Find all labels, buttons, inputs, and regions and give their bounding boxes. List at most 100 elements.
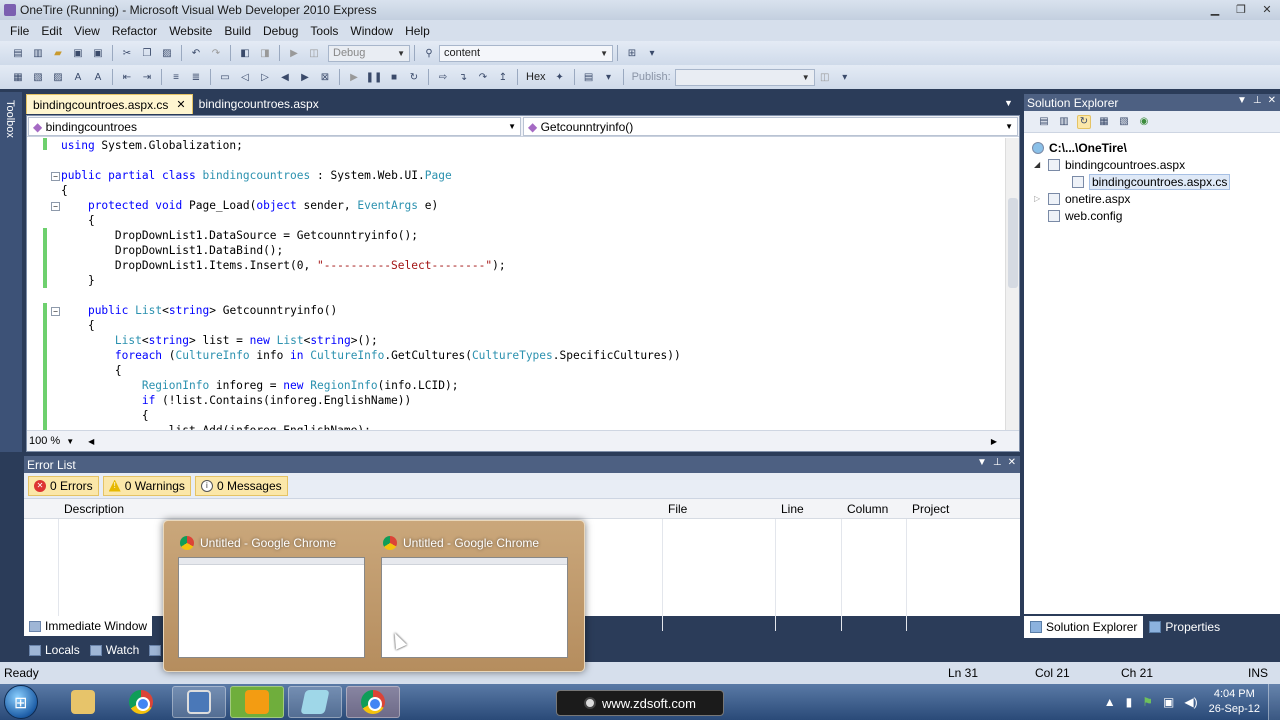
toolbox-strip[interactable]: Toolbox <box>0 92 22 452</box>
pin-icon[interactable]: ⊥ <box>1253 95 1262 106</box>
outline-collapse-icon[interactable]: − <box>51 172 60 181</box>
find-combo[interactable]: content ▼ <box>439 44 613 62</box>
hex-toggle[interactable]: Hex <box>522 71 550 83</box>
breakpoints-icon[interactable]: ✦ <box>553 70 567 84</box>
save-all-icon[interactable]: ▣ <box>91 46 105 60</box>
menu-file[interactable]: File <box>4 24 35 38</box>
break-all-icon[interactable]: ❚❚ <box>366 70 383 84</box>
solution-explorer-toggle-icon[interactable]: ⊞ <box>625 46 639 60</box>
tab-locals[interactable]: Locals <box>24 640 85 660</box>
complete-word-icon[interactable]: A <box>71 70 85 84</box>
taskbar-chrome[interactable] <box>114 686 168 718</box>
column-project[interactable]: Project <box>912 502 949 516</box>
start-button[interactable]: ⊞ <box>4 685 38 719</box>
maximize-button[interactable]: ❐ <box>1228 0 1254 18</box>
close-icon[interactable]: ✕ <box>176 98 185 111</box>
close-icon[interactable]: ✕ <box>1008 457 1016 468</box>
step-into-icon[interactable]: ↴ <box>456 70 470 84</box>
errors-filter-button[interactable]: ✕ 0 Errors <box>28 475 99 496</box>
network-flag-icon[interactable]: ⚑ <box>1142 695 1153 709</box>
taskbar-app-4[interactable] <box>230 686 284 718</box>
new-project-icon[interactable]: ▤ <box>11 46 25 60</box>
scrollbar-thumb[interactable] <box>1008 198 1018 288</box>
display-word-icon[interactable]: A <box>91 70 105 84</box>
expanded-icon[interactable]: ◢ <box>1034 160 1044 169</box>
thumbnail-preview[interactable] <box>178 557 365 658</box>
column-file[interactable]: File <box>668 502 687 516</box>
view-designer-icon[interactable]: ▧ <box>1117 115 1131 129</box>
bookmark-icon[interactable]: ▭ <box>218 70 232 84</box>
scroll-right-icon[interactable]: ▶ <box>991 437 997 446</box>
menu-window[interactable]: Window <box>344 24 399 38</box>
step-over-icon[interactable]: ↷ <box>476 70 490 84</box>
cut-icon[interactable]: ✂ <box>120 46 134 60</box>
show-hidden-icons-icon[interactable]: ▲ <box>1104 695 1116 709</box>
member-dropdown[interactable]: ◆ Getcounntryinfo() ▼ <box>523 117 1018 136</box>
scroll-left-icon[interactable]: ◀ <box>88 437 94 446</box>
restart-icon[interactable]: ↻ <box>407 70 421 84</box>
active-files-dropdown-icon[interactable]: ▼ <box>1004 98 1013 108</box>
menu-build[interactable]: Build <box>218 24 257 38</box>
minimize-button[interactable]: ▁ <box>1202 0 1228 18</box>
network-icon[interactable]: ▣ <box>1163 695 1174 709</box>
save-icon[interactable]: ▣ <box>71 46 85 60</box>
nest-related-icon[interactable]: ▦ <box>1097 115 1111 129</box>
code-area[interactable]: − − − using System.Globalization; public… <box>27 138 1007 430</box>
quick-info-icon[interactable]: ▧ <box>31 70 45 84</box>
stop-debugging-icon[interactable]: ■ <box>387 70 401 84</box>
messages-filter-button[interactable]: i 0 Messages <box>194 475 288 496</box>
thumbnail-preview[interactable] <box>381 557 568 658</box>
menu-view[interactable]: View <box>68 24 106 38</box>
show-next-statement-icon[interactable]: ⇨ <box>436 70 450 84</box>
windows-dropdown-icon[interactable]: ▤ <box>582 70 596 84</box>
add-item-icon[interactable]: ▥ <box>31 46 45 60</box>
copy-icon[interactable]: ❐ <box>140 46 154 60</box>
toolbar-options-icon[interactable]: ▾ <box>838 70 852 84</box>
navigate-forward-icon[interactable]: ◨ <box>258 46 272 60</box>
paste-icon[interactable]: ▨ <box>160 46 174 60</box>
tree-node-onetire-aspx[interactable]: ▷ onetire.aspx <box>1034 190 1130 207</box>
tree-node-bindingcountroes-aspx[interactable]: ◢ bindingcountroes.aspx <box>1034 156 1185 173</box>
zoom-dropdown[interactable]: 100 % ▼ <box>29 435 74 447</box>
clock[interactable]: 4:04 PM 26-Sep-12 <box>1209 687 1260 717</box>
column-description[interactable]: Description <box>64 502 124 516</box>
find-in-files-icon[interactable]: ⚲ <box>422 46 436 60</box>
publish-profile-dropdown[interactable]: ▼ <box>674 68 815 86</box>
menu-debug[interactable]: Debug <box>257 24 304 38</box>
attach-icon[interactable]: ◫ <box>307 46 321 60</box>
next-bookmark-folder-icon[interactable]: ▶ <box>298 70 312 84</box>
uncomment-icon[interactable]: ≣ <box>189 70 203 84</box>
device-icon[interactable]: ▮ <box>1126 695 1133 709</box>
publish-web-icon[interactable]: ◫ <box>818 70 832 84</box>
class-dropdown[interactable]: ◆ bindingcountroes ▼ <box>28 117 521 136</box>
outline-collapse-icon[interactable]: − <box>51 307 60 316</box>
start-debugging-icon[interactable]: ▶ <box>287 46 301 60</box>
tab-bindingcountroes-aspx[interactable]: bindingcountroes.aspx <box>193 94 325 114</box>
taskbar-chrome-active[interactable] <box>346 686 400 718</box>
prev-bookmark-folder-icon[interactable]: ◀ <box>278 70 292 84</box>
comment-icon[interactable]: ≡ <box>169 70 183 84</box>
tab-solution-explorer[interactable]: Solution Explorer <box>1024 616 1144 638</box>
param-info-icon[interactable]: ▨ <box>51 70 65 84</box>
column-column[interactable]: Column <box>847 502 888 516</box>
indent-icon[interactable]: ⇥ <box>140 70 154 84</box>
clear-bookmarks-icon[interactable]: ⊠ <box>318 70 332 84</box>
format-icon[interactable]: ▦ <box>11 70 25 84</box>
outdent-icon[interactable]: ⇤ <box>120 70 134 84</box>
navigate-backward-icon[interactable]: ◧ <box>238 46 252 60</box>
show-desktop-button[interactable] <box>1268 684 1280 720</box>
taskbar-explorer[interactable] <box>56 686 110 718</box>
solution-config-dropdown[interactable]: Debug ▼ <box>328 44 410 62</box>
prev-bookmark-icon[interactable]: ◁ <box>238 70 252 84</box>
chevron-down-icon[interactable]: ▼ <box>1237 95 1247 106</box>
refresh-icon[interactable]: ↻ <box>1077 114 1091 129</box>
tree-node-web-config[interactable]: web.config <box>1048 207 1122 224</box>
collapsed-icon[interactable]: ▷ <box>1034 194 1044 203</box>
outline-collapse-icon[interactable]: − <box>51 202 60 211</box>
vertical-scrollbar[interactable] <box>1005 138 1019 430</box>
column-line[interactable]: Line <box>781 502 804 516</box>
undo-icon[interactable]: ↶ <box>189 46 203 60</box>
volume-icon[interactable]: ◀) <box>1184 695 1197 709</box>
properties-icon[interactable]: ▤ <box>1037 115 1051 129</box>
menu-edit[interactable]: Edit <box>35 24 68 38</box>
